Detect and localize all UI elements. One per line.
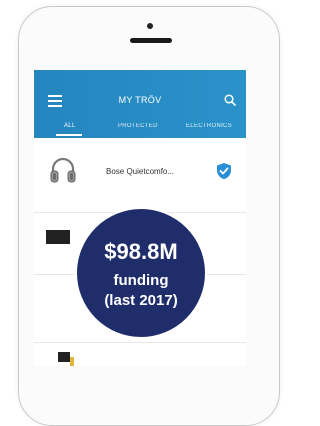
funding-label: funding (113, 272, 169, 289)
list-divider (34, 342, 246, 343)
item-thumbnail (58, 352, 70, 362)
front-camera (147, 23, 153, 29)
funding-badge: $98.8M funding (last 2017) (75, 207, 207, 339)
funding-amount: $98.8M (104, 239, 178, 264)
headphones-icon (50, 157, 76, 183)
item-name: Bose Quietcomfo... (106, 167, 175, 176)
list-item[interactable]: Bose Quietcomfo... (34, 156, 246, 196)
item-thumbnail (70, 357, 74, 366)
tab-protected[interactable]: PROTECTED (118, 123, 158, 129)
active-tab-indicator (56, 134, 82, 136)
funding-period: (last 2017) (104, 292, 178, 309)
app-title: MY TRÖV (118, 95, 162, 105)
search-icon[interactable] (224, 94, 236, 106)
shield-check-icon (217, 163, 231, 180)
tab-electronics[interactable]: ELECTRONICS (186, 123, 232, 129)
app-bar: MY TRÖV ALL PROTECTED ELECTRONICS (34, 70, 246, 138)
item-thumbnail (46, 230, 70, 244)
tab-all[interactable]: ALL (64, 123, 76, 129)
earpiece-speaker (130, 38, 172, 43)
